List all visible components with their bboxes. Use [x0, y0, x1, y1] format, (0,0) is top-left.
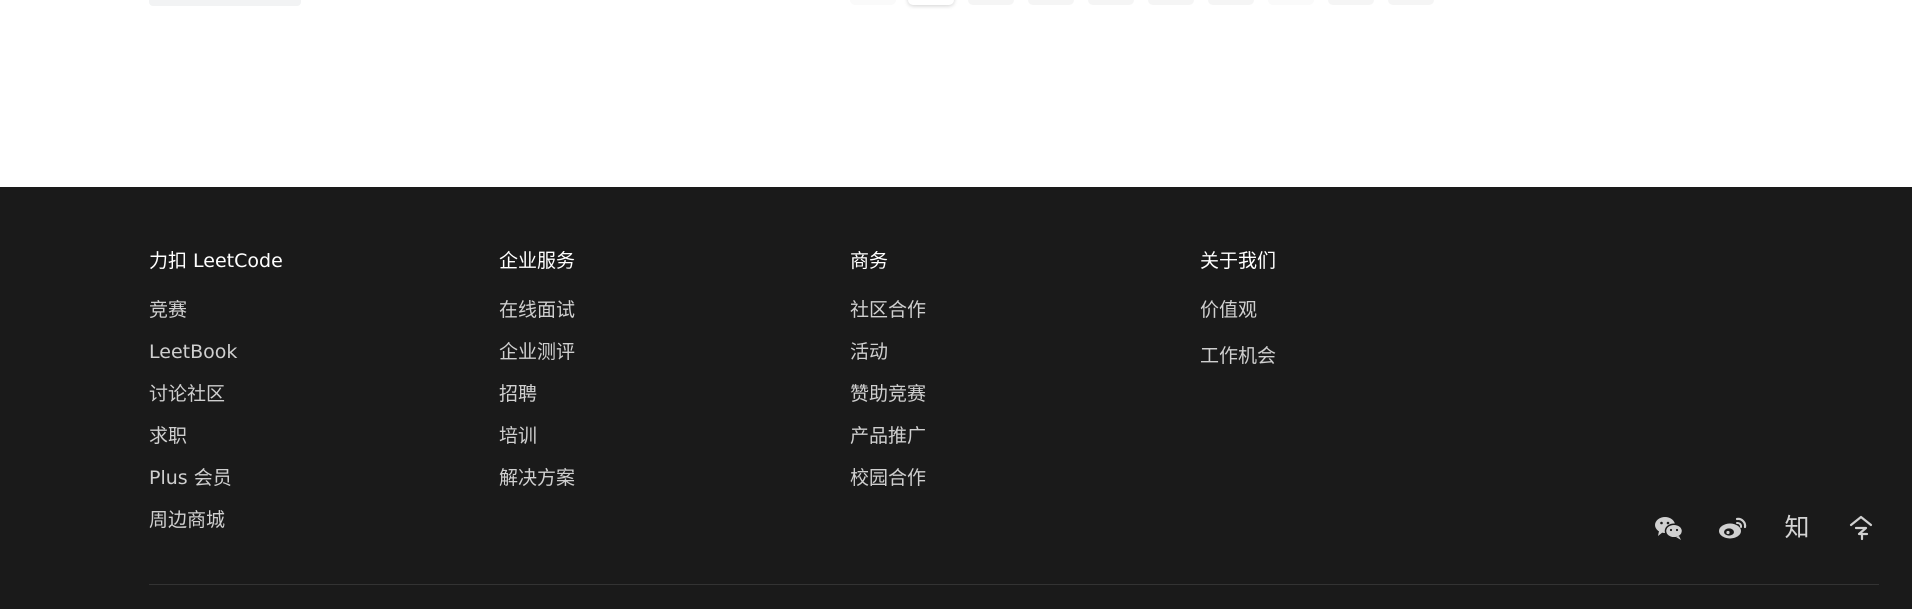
search-input-cutoff[interactable]	[149, 0, 301, 6]
pagination-page-button[interactable]	[1208, 0, 1254, 5]
footer-link-campus[interactable]: 校园合作	[850, 466, 926, 490]
footer-column-title: 商务	[850, 250, 889, 272]
pagination-page-button[interactable]	[968, 0, 1014, 5]
social-links: 知	[1652, 512, 1882, 544]
footer-link-online-interview[interactable]: 在线面试	[499, 298, 575, 322]
footer-link-list: 价值观 工作机会	[1200, 298, 1276, 368]
page-content-bottom	[0, 0, 1912, 187]
weibo-icon[interactable]	[1716, 512, 1750, 544]
footer-link-jobs[interactable]: 求职	[149, 424, 283, 448]
pagination-page-button[interactable]	[908, 0, 954, 5]
footer-column-leetcode: 力扣 LeetCode 竞赛 LeetBook 讨论社区 求职 Plus 会员 …	[149, 249, 283, 550]
footer-link-list: 社区合作 活动 赞助竞赛 产品推广 校园合作	[850, 298, 926, 490]
footer-link-values[interactable]: 价值观	[1200, 298, 1276, 322]
footer-link-list: 竞赛 LeetBook 讨论社区 求职 Plus 会员 周边商城	[149, 298, 283, 532]
footer-link-hiring[interactable]: 招聘	[499, 382, 575, 406]
zhihu-icon[interactable]: 知	[1780, 512, 1814, 544]
pagination-page-button[interactable]	[1268, 0, 1314, 5]
footer-link-list: 在线面试 企业测评 招聘 培训 解决方案	[499, 298, 575, 490]
footer-link-leetbook[interactable]: LeetBook	[149, 340, 283, 364]
footer-link-solutions[interactable]: 解决方案	[499, 466, 575, 490]
footer-link-promotion[interactable]: 产品推广	[850, 424, 926, 448]
footer-column-title: 关于我们	[1200, 250, 1277, 272]
pagination-page-button[interactable]	[1328, 0, 1374, 5]
footer-column-about: 关于我们 价值观 工作机会	[1200, 249, 1276, 390]
footer-link-careers[interactable]: 工作机会	[1200, 344, 1276, 368]
wechat-icon[interactable]	[1652, 512, 1686, 544]
zhihu-label: 知	[1784, 513, 1810, 542]
footer-column-enterprise: 企业服务 在线面试 企业测评 招聘 培训 解决方案	[499, 249, 575, 508]
pagination-prev-button[interactable]	[850, 0, 896, 5]
footer-column-title: 企业服务	[499, 250, 576, 272]
pagination-page-button[interactable]	[1088, 0, 1134, 5]
pagination-page-button[interactable]	[1148, 0, 1194, 5]
footer-link-store[interactable]: 周边商城	[149, 508, 283, 532]
pagination-page-button[interactable]	[1028, 0, 1074, 5]
footer-link-contest[interactable]: 竞赛	[149, 298, 283, 322]
footer-column-business: 商务 社区合作 活动 赞助竞赛 产品推广 校园合作	[850, 249, 926, 508]
pagination-next-button[interactable]	[1388, 0, 1434, 5]
footer-column-title: 力扣 LeetCode	[149, 250, 283, 272]
footer-link-training[interactable]: 培训	[499, 424, 575, 448]
footer-link-discuss[interactable]: 讨论社区	[149, 382, 283, 406]
footer-link-events[interactable]: 活动	[850, 340, 926, 364]
footer-link-assessment[interactable]: 企业测评	[499, 340, 575, 364]
footer-link-community-partner[interactable]: 社区合作	[850, 298, 926, 322]
toutiao-icon[interactable]	[1844, 512, 1878, 544]
footer-link-sponsor[interactable]: 赞助竞赛	[850, 382, 926, 406]
site-footer: 力扣 LeetCode 竞赛 LeetBook 讨论社区 求职 Plus 会员 …	[0, 187, 1912, 609]
footer-link-plus[interactable]: Plus 会员	[149, 466, 283, 490]
footer-divider	[149, 584, 1879, 585]
